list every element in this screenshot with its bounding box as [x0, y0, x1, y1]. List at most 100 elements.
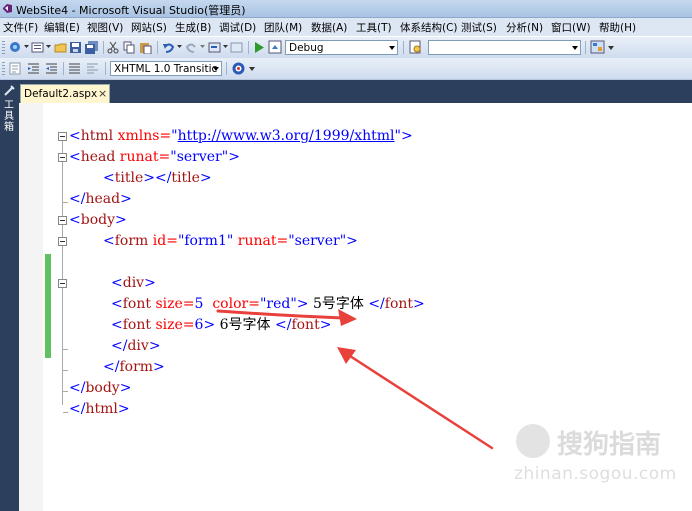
toolbox-icon[interactable] [3, 84, 16, 97]
target-schema-select[interactable]: XHTML 1.0 Transitic [110, 61, 222, 76]
attribute-name: size= [151, 296, 195, 312]
bracket: < [111, 275, 123, 291]
solution-configuration-select[interactable]: Debug [285, 40, 398, 55]
menu-file[interactable]: 文件(F) [3, 20, 38, 35]
tag-name: div [127, 338, 149, 354]
copy-icon[interactable] [123, 41, 136, 54]
dropdown-arrow-icon[interactable] [223, 45, 228, 49]
toolbox-tab-label[interactable]: 工具箱 [4, 100, 15, 133]
tag-name: font [291, 317, 320, 333]
save-all-icon[interactable] [84, 41, 99, 54]
comment-selection-icon[interactable] [68, 62, 81, 75]
editor-gutter [19, 103, 43, 511]
watermark-text-en: zhinan.sogou.com [514, 464, 677, 484]
outdent-icon[interactable] [27, 62, 40, 75]
tab-label: Default2.aspx [24, 88, 98, 100]
dropdown-arrow-icon[interactable] [46, 45, 51, 49]
navigate-forward-icon[interactable] [230, 41, 243, 54]
dropdown-arrow-icon[interactable] [24, 45, 29, 49]
toolbar-grip[interactable] [2, 41, 5, 54]
element-text: 6号字体 [215, 317, 275, 333]
tag-name: form [114, 233, 149, 249]
find-combo-box[interactable] [428, 40, 581, 55]
solution-explorer-icon[interactable] [590, 40, 606, 55]
menu-window[interactable]: 窗口(W) [551, 20, 591, 35]
menu-view[interactable]: 视图(V) [87, 20, 123, 35]
attribute-value: "server" [288, 233, 347, 249]
code-line-head-open: <head runat="server"> [69, 147, 240, 168]
outline-end-marker [63, 391, 68, 392]
tag-name: body [85, 380, 120, 396]
attribute-name: runat= [233, 233, 289, 249]
menu-test[interactable]: 测试(S) [461, 20, 497, 35]
collapse-html-icon[interactable] [58, 132, 67, 141]
menu-bar: 文件(F) 编辑(E) 视图(V) 网站(S) 生成(B) 调试(D) 团队(M… [0, 18, 692, 36]
attribute-value: "server" [170, 149, 229, 165]
menu-team[interactable]: 团队(M) [264, 20, 302, 35]
menu-debug[interactable]: 调试(D) [219, 20, 256, 35]
add-item-icon[interactable] [31, 41, 45, 54]
bracket: > [199, 170, 212, 186]
collapse-body-icon[interactable] [58, 216, 67, 225]
redo-icon[interactable] [185, 41, 198, 54]
tab-default2-aspx[interactable]: Default2.aspx × [20, 84, 110, 103]
collapse-form-icon[interactable] [58, 237, 67, 246]
undo-icon[interactable] [162, 41, 175, 54]
attribute-name: xmlns= [113, 128, 172, 144]
paste-icon[interactable] [139, 41, 153, 54]
menu-tools[interactable]: 工具(T) [356, 20, 392, 35]
start-debugging-icon[interactable] [253, 41, 265, 54]
menu-edit[interactable]: 编辑(E) [44, 20, 80, 35]
format-selection-icon[interactable] [9, 62, 22, 75]
tag-name: form [119, 359, 154, 375]
navigate-backward-icon[interactable] [208, 41, 222, 54]
toolbar-separator [248, 41, 249, 54]
menu-analyze[interactable]: 分析(N) [506, 20, 543, 35]
indent-icon[interactable] [45, 62, 58, 75]
bracket: < [69, 149, 81, 165]
namespace-url-link[interactable]: http://www.w3.org/1999/xhtml [178, 128, 395, 144]
tag-name: font [384, 296, 414, 312]
find-in-files-icon[interactable] [408, 40, 423, 55]
code-line-font-size-5: <font size=5 color="red"> 5号字体 </font> [111, 294, 425, 315]
toolbar-overflow-icon[interactable] [249, 67, 255, 73]
bracket: </ [69, 401, 86, 417]
target-schema-value: XHTML 1.0 Transitic [114, 63, 218, 75]
collapse-head-icon[interactable] [58, 153, 67, 162]
bracket: > [413, 296, 425, 312]
menu-website[interactable]: 网站(S) [131, 20, 167, 35]
outline-end-marker [63, 202, 68, 203]
new-project-icon[interactable] [9, 41, 23, 54]
tag-name: head [80, 149, 116, 165]
code-line-div-open: <div> [111, 273, 156, 294]
code-line-head-close: </head> [69, 189, 132, 210]
html-source-editing-toolbar: XHTML 1.0 Transitic [0, 58, 692, 80]
cut-icon[interactable] [107, 41, 120, 54]
attribute-name: runat= [115, 149, 171, 165]
close-icon[interactable]: × [98, 87, 107, 100]
outline-end-marker [63, 370, 68, 371]
toolbar-grip[interactable] [2, 62, 5, 75]
title-bar: WebSite4 - Microsoft Visual Studio(管理员) [0, 0, 692, 18]
collapse-div-icon[interactable] [58, 279, 67, 288]
uncomment-selection-icon[interactable] [86, 62, 99, 75]
bracket: > [203, 317, 216, 333]
attribute-name: id= [148, 233, 178, 249]
sogou-watermark: 搜狗指南 zhinan.sogou.com [512, 418, 682, 488]
toolbar-overflow-icon[interactable] [608, 46, 614, 52]
dropdown-arrow-icon[interactable] [177, 45, 182, 49]
start-page-icon[interactable] [268, 40, 283, 55]
save-icon[interactable] [69, 41, 82, 54]
menu-help[interactable]: 帮助(H) [599, 20, 636, 35]
dropdown-arrow-icon[interactable] [200, 45, 205, 49]
menu-build[interactable]: 生成(B) [175, 20, 211, 35]
check-accessibility-icon[interactable] [231, 61, 246, 76]
menu-architecture[interactable]: 体系结构(C) [400, 20, 458, 35]
bracket: </ [154, 170, 172, 186]
chevron-down-icon [572, 46, 578, 50]
document-tab-strip [19, 80, 692, 103]
attribute-name: size= [151, 317, 195, 333]
bracket: > [143, 170, 155, 186]
open-folder-icon[interactable] [54, 41, 68, 54]
menu-data[interactable]: 数据(A) [311, 20, 347, 35]
